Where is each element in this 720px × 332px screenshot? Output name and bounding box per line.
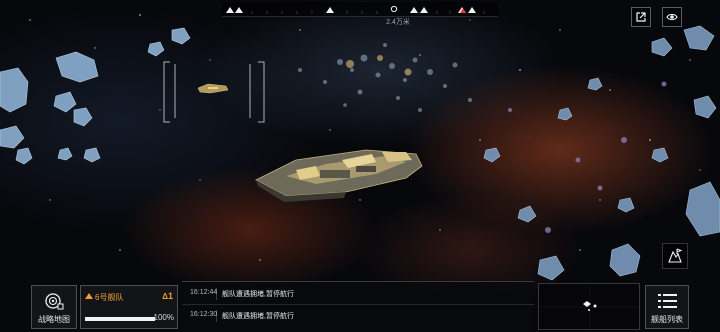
bottom-hud: 战略地图 6号舰队 Δ1 100% 16:12:44 舰队遭遇拥堵,暂停航行 1…: [0, 281, 720, 332]
strategy-map-button[interactable]: 战略地图: [31, 285, 77, 329]
compass-markers: [226, 5, 485, 14]
fleet-hp-bar: [85, 317, 155, 321]
log-entry: 16:12:44 舰队遭遇拥堵,暂停航行: [182, 284, 534, 305]
navigation-compass-bar: [222, 2, 498, 17]
eye-icon: [666, 13, 678, 21]
log-time: 16:12:30: [190, 311, 218, 318]
ship-list-label: 舰船列表: [651, 315, 683, 324]
fleet-hp-text: 100%: [153, 313, 174, 322]
log-message: 舰队遭遇拥堵,暂停航行: [222, 291, 294, 298]
game-viewport[interactable]: 2.4万米 战略地图 6号舰队 Δ1 100% 16:12:44 舰队遭遇拥堵,…: [0, 0, 720, 332]
chevron-up-icon: [85, 293, 93, 299]
fleet-hp-fill: [85, 317, 155, 321]
fleet-status: Δ1: [162, 291, 173, 301]
view-toggle-button[interactable]: [662, 7, 682, 27]
log-time: 16:12:44: [190, 289, 218, 296]
list-icon: [658, 294, 677, 308]
log-divider: [216, 288, 217, 300]
log-message: 舰队遭遇拥堵,暂停航行: [222, 313, 294, 320]
event-log[interactable]: 16:12:44 舰队遭遇拥堵,暂停航行 16:12:30 舰队遭遇拥堵,暂停航…: [182, 281, 534, 332]
ship-list-button[interactable]: 舰船列表: [645, 285, 689, 329]
fleet-panel[interactable]: 6号舰队 Δ1 100%: [80, 285, 178, 329]
target-distance: 2.4万米: [386, 19, 410, 26]
external-link-icon: [636, 12, 646, 22]
fleet-name: 6号舰队: [95, 293, 124, 302]
log-divider: [216, 310, 217, 322]
map-flag-icon: [668, 248, 683, 263]
minimap-view: [539, 284, 639, 329]
share-button[interactable]: [631, 7, 651, 27]
strategy-map-icon: [45, 293, 64, 310]
strategy-map-label: 战略地图: [38, 315, 70, 324]
minimap[interactable]: [538, 283, 640, 330]
log-entry: 16:12:30 舰队遭遇拥堵,暂停航行: [182, 306, 534, 326]
map-marker-button[interactable]: [662, 243, 688, 269]
fleet-status-value: 1: [167, 291, 173, 301]
